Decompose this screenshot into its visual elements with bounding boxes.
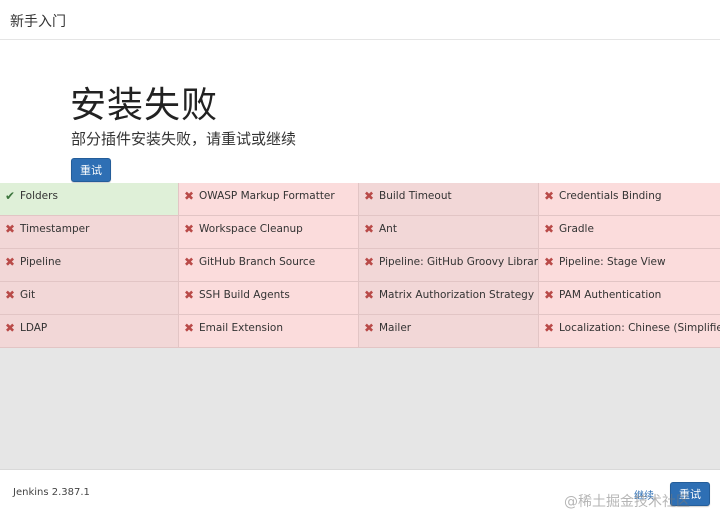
plugin-name: Mailer xyxy=(379,322,412,334)
plugin-name: Ant xyxy=(379,223,397,235)
cross-icon: ✖ xyxy=(4,222,16,236)
plugin-item: ✖ Credentials Binding xyxy=(539,183,720,216)
plugin-item: ✖ LDAP xyxy=(0,315,179,348)
plugin-item: ✖ Ant xyxy=(359,216,539,249)
plugin-item: ✖ Gradle xyxy=(539,216,720,249)
plugin-item: ✖ Pipeline: Stage View xyxy=(539,249,720,282)
plugin-name: Timestamper xyxy=(20,223,90,235)
plugin-name: Pipeline: Stage View xyxy=(559,256,666,268)
cross-icon: ✖ xyxy=(183,189,195,203)
dialog-header: 新手入门 xyxy=(0,0,720,40)
plugin-name: Localization: Chinese (Simplified) xyxy=(559,322,720,334)
plugin-name: Workspace Cleanup xyxy=(199,223,303,235)
install-status-panel: 安装失败 部分插件安装失败，请重试或继续 重试 xyxy=(0,40,720,183)
plugin-name: SSH Build Agents xyxy=(199,289,290,301)
plugin-name: Credentials Binding xyxy=(559,190,662,202)
cross-icon: ✖ xyxy=(543,189,555,203)
plugin-name: GitHub Branch Source xyxy=(199,256,316,268)
plugin-status-grid: ✔ Folders ✖ OWASP Markup Formatter ✖ Build Ti… xyxy=(0,183,720,348)
plugin-name: Build Timeout xyxy=(379,190,452,202)
plugin-item: ✖ PAM Authentication xyxy=(539,282,720,315)
plugin-name: Pipeline: GitHub Groovy Libraries xyxy=(379,256,539,268)
cross-icon: ✖ xyxy=(363,288,375,302)
dialog-footer: Jenkins 2.387.1 继续 重试 @稀土掘金技术社区 xyxy=(0,469,720,513)
cross-icon: ✖ xyxy=(543,288,555,302)
plugin-item: ✔ Folders xyxy=(0,183,179,216)
check-icon: ✔ xyxy=(4,189,16,203)
plugin-name: Pipeline xyxy=(20,256,62,268)
plugin-name: OWASP Markup Formatter xyxy=(199,190,335,202)
plugin-item: ✖ Git xyxy=(0,282,179,315)
cross-icon: ✖ xyxy=(4,288,16,302)
plugin-item: ✖ Email Extension xyxy=(179,315,359,348)
cross-icon: ✖ xyxy=(363,189,375,203)
plugin-item: ✖ Matrix Authorization Strategy xyxy=(359,282,539,315)
plugin-item: ✖ Build Timeout xyxy=(359,183,539,216)
cross-icon: ✖ xyxy=(4,321,16,335)
cross-icon: ✖ xyxy=(183,288,195,302)
cross-icon: ✖ xyxy=(543,321,555,335)
plugin-name: PAM Authentication xyxy=(559,289,662,301)
cross-icon: ✖ xyxy=(363,321,375,335)
plugin-item: ✖ Workspace Cleanup xyxy=(179,216,359,249)
plugin-item: ✖ Localization: Chinese (Simplified) xyxy=(539,315,720,348)
cross-icon: ✖ xyxy=(183,255,195,269)
plugin-item: ✖ SSH Build Agents xyxy=(179,282,359,315)
plugin-item: ✖ Timestamper xyxy=(0,216,179,249)
cross-icon: ✖ xyxy=(183,222,195,236)
plugin-item: ✖ OWASP Markup Formatter xyxy=(179,183,359,216)
plugin-item: ✖ Pipeline: GitHub Groovy Libraries xyxy=(359,249,539,282)
plugin-name: Git xyxy=(20,289,36,301)
cross-icon: ✖ xyxy=(183,321,195,335)
cross-icon: ✖ xyxy=(543,222,555,236)
cross-icon: ✖ xyxy=(543,255,555,269)
plugin-name: LDAP xyxy=(20,322,48,334)
status-message: 部分插件安装失败，请重试或继续 xyxy=(71,130,297,148)
footer-retry-button[interactable]: 重试 xyxy=(670,482,710,506)
plugin-item: ✖ Mailer xyxy=(359,315,539,348)
cross-icon: ✖ xyxy=(363,255,375,269)
plugin-name: Matrix Authorization Strategy xyxy=(379,289,535,301)
retry-button[interactable]: 重试 xyxy=(71,158,111,182)
log-area xyxy=(0,348,720,469)
dialog-title: 新手入门 xyxy=(10,14,66,30)
plugin-item: ✖ GitHub Branch Source xyxy=(179,249,359,282)
page-title: 安装失败 xyxy=(70,85,219,126)
plugin-name: Email Extension xyxy=(199,322,284,334)
plugin-name: Gradle xyxy=(559,223,594,235)
cross-icon: ✖ xyxy=(4,255,16,269)
plugin-item: ✖ Pipeline xyxy=(0,249,179,282)
continue-link[interactable]: 继续 xyxy=(634,487,654,502)
version-label: Jenkins 2.387.1 xyxy=(13,487,90,498)
cross-icon: ✖ xyxy=(363,222,375,236)
plugin-name: Folders xyxy=(20,190,58,202)
